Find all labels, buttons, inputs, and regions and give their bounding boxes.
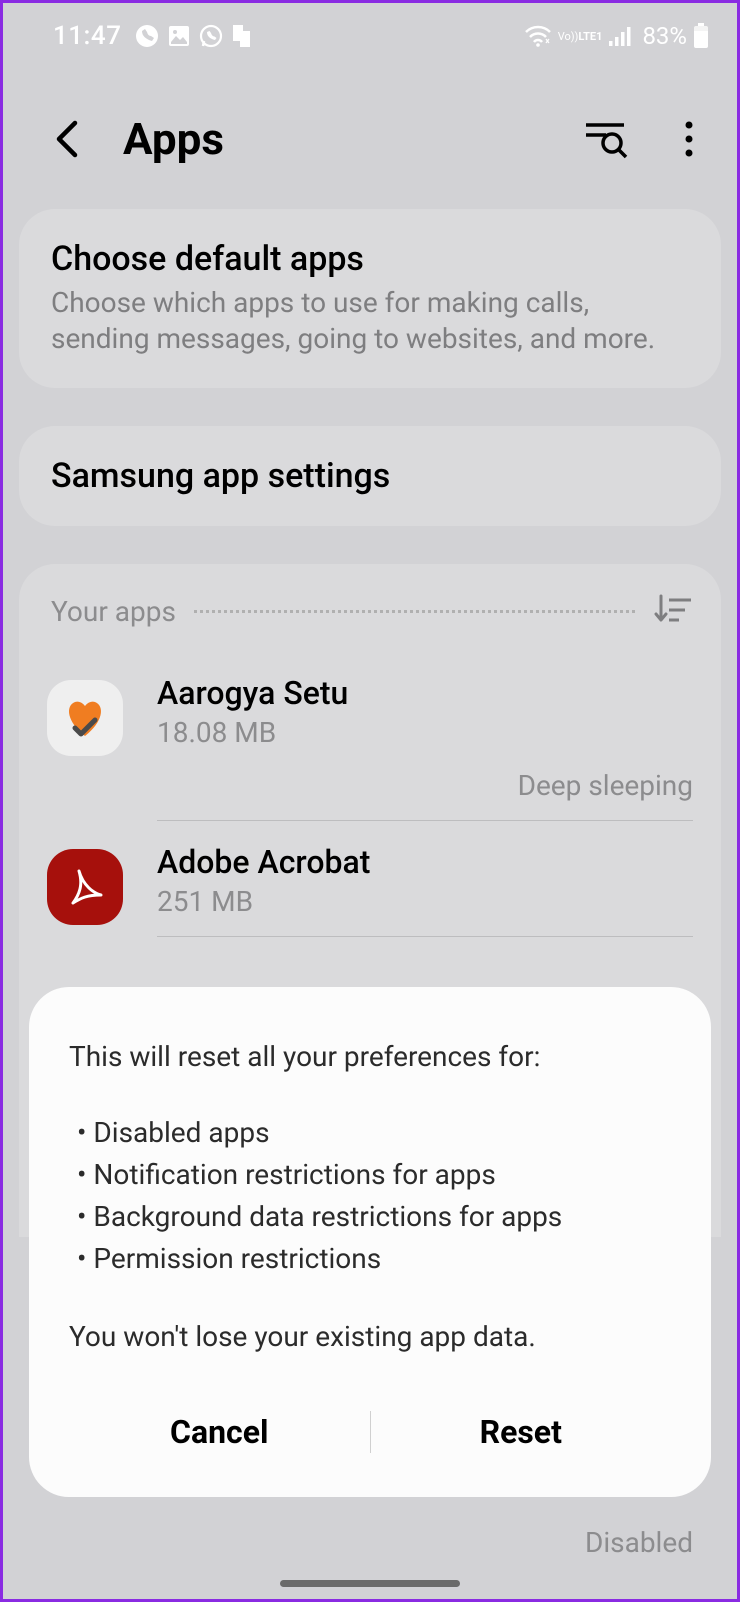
wifi-icon [524, 25, 552, 47]
app-row-adobe-acrobat[interactable]: Adobe Acrobat 251 MB [19, 821, 721, 936]
reset-preferences-dialog: This will reset all your preferences for… [29, 987, 711, 1497]
default-apps-subtitle: Choose which apps to use for making call… [51, 285, 689, 358]
battery-percent: 83% [642, 22, 687, 50]
app-status: Deep sleeping [157, 769, 693, 802]
default-apps-title: Choose default apps [51, 239, 689, 279]
dialog-actions: Cancel Reset [69, 1393, 671, 1471]
default-apps-card[interactable]: Choose default apps Choose which apps to… [19, 209, 721, 388]
reset-button[interactable]: Reset [371, 1393, 672, 1471]
more-vertical-icon [684, 119, 694, 159]
disabled-hint: Disabled [585, 1526, 693, 1559]
your-apps-label: Your apps [51, 595, 176, 628]
more-options-button[interactable] [661, 111, 717, 167]
dotted-divider [194, 610, 635, 613]
samsung-settings-title: Samsung app settings [51, 456, 689, 496]
status-time: 11:47 [53, 21, 121, 51]
app-name: Adobe Acrobat [157, 843, 693, 881]
adobe-acrobat-icon [47, 849, 123, 925]
image-icon [167, 24, 191, 48]
volte-top: Vo)) [558, 31, 579, 42]
status-bar: 11:47 Vo)) LTE1 83% [3, 3, 737, 61]
whatsapp-icon [199, 24, 223, 48]
app-name: Aarogya Setu [157, 674, 693, 712]
row-divider [157, 936, 693, 937]
list-search-icon [582, 119, 628, 159]
app-size: 251 MB [157, 885, 693, 918]
search-button[interactable] [577, 111, 633, 167]
sim-icon [231, 23, 253, 49]
app-row-aarogya-setu[interactable]: Aarogya Setu 18.08 MB Deep sleeping [19, 652, 721, 820]
back-button[interactable] [39, 111, 95, 167]
app-header: Apps [3, 61, 737, 197]
sort-button[interactable] [653, 592, 693, 632]
dialog-bullet: Permission restrictions [69, 1238, 671, 1280]
samsung-settings-card[interactable]: Samsung app settings [19, 426, 721, 526]
sort-icon [653, 592, 693, 628]
page-title: Apps [123, 113, 549, 165]
chevron-left-icon [53, 119, 81, 159]
signal-icon [608, 25, 632, 47]
home-indicator[interactable] [280, 1580, 460, 1587]
dialog-footnote: You won't lose your existing app data. [69, 1320, 671, 1353]
volte-icon: Vo)) LTE1 [558, 31, 603, 42]
battery-icon [693, 23, 709, 49]
dialog-bullet: Disabled apps [69, 1112, 671, 1154]
app-size: 18.08 MB [157, 716, 693, 749]
volte-bottom: LTE1 [578, 31, 602, 42]
aarogya-setu-icon [47, 680, 123, 756]
dialog-bullet-list: Disabled apps Notification restrictions … [69, 1112, 671, 1280]
your-apps-header: Your apps [19, 592, 721, 652]
cancel-button[interactable]: Cancel [69, 1393, 370, 1471]
phone-icon [135, 24, 159, 48]
dialog-bullet: Background data restrictions for apps [69, 1196, 671, 1238]
dialog-bullet: Notification restrictions for apps [69, 1154, 671, 1196]
dialog-intro: This will reset all your preferences for… [69, 1037, 671, 1076]
